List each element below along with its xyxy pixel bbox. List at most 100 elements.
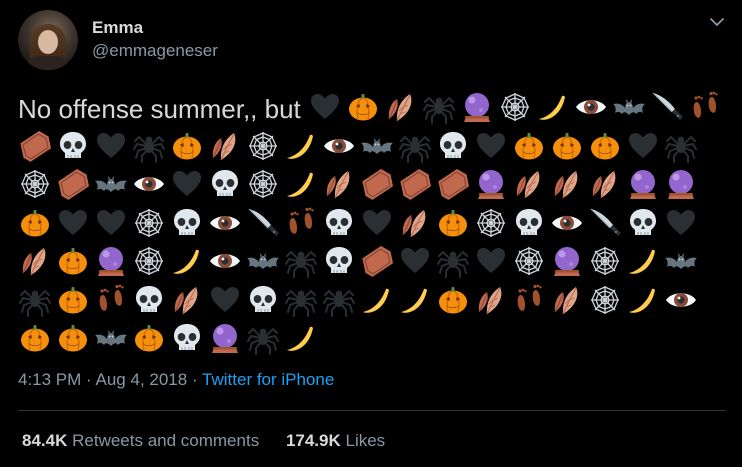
footprints-icon: [688, 90, 724, 124]
retweets-label: Retweets and comments: [72, 431, 260, 450]
bat-icon: [94, 167, 130, 201]
leaves-icon: [550, 283, 586, 317]
moon-icon: [360, 283, 396, 317]
crystal-ball-icon: [460, 90, 496, 124]
pumpkin-icon: [18, 321, 54, 355]
heart-icon: [208, 283, 244, 317]
tweet-time[interactable]: 4:13 PM: [18, 370, 81, 389]
crystal-ball-icon: [474, 167, 510, 201]
eye-icon: [574, 90, 610, 124]
likes-count: 174.9K: [285, 431, 341, 450]
spider-icon: [132, 129, 168, 163]
heart-icon: [94, 129, 130, 163]
spider-icon: [422, 90, 458, 124]
skull-icon: [56, 129, 92, 163]
pumpkin-icon: [170, 129, 206, 163]
coffin-icon: [360, 244, 396, 278]
avatar-face: [38, 30, 58, 54]
emoji-sequence: [18, 91, 726, 355]
crystal-ball-icon: [626, 167, 662, 201]
leaves-icon: [398, 206, 434, 240]
web-icon: [132, 244, 168, 278]
heart-icon: [170, 167, 206, 201]
moon-icon: [284, 321, 320, 355]
leaves-icon: [322, 167, 358, 201]
coffin-icon: [436, 167, 472, 201]
moon-icon: [170, 244, 206, 278]
bat-icon: [664, 244, 700, 278]
pumpkin-icon: [436, 206, 472, 240]
footprints-icon: [94, 283, 130, 317]
heart-icon: [398, 244, 434, 278]
crystal-ball-icon: [94, 244, 130, 278]
likes-stat[interactable]: 174.9K Likes: [286, 431, 385, 450]
eye-icon: [550, 206, 586, 240]
heart-icon: [56, 206, 92, 240]
moon-icon: [626, 283, 662, 317]
leaves-icon: [18, 244, 54, 278]
footprints-icon: [284, 206, 320, 240]
chevron-down-icon[interactable]: [708, 15, 726, 29]
heart-icon: [474, 129, 510, 163]
pumpkin-icon: [512, 129, 548, 163]
spider-icon: [398, 129, 434, 163]
skull-icon: [208, 167, 244, 201]
meta-separator: ·: [86, 370, 92, 389]
avatar-shirt: [26, 56, 70, 70]
spider-icon: [18, 283, 54, 317]
skull-icon: [170, 206, 206, 240]
skull-icon: [170, 321, 206, 355]
moon-icon: [626, 244, 662, 278]
skull-icon: [626, 206, 662, 240]
pumpkin-icon: [56, 283, 92, 317]
tweet-source-link[interactable]: Twitter for iPhone: [202, 370, 334, 389]
leaves-icon: [588, 167, 624, 201]
author-name[interactable]: Emma: [92, 18, 143, 38]
spider-icon: [322, 283, 358, 317]
skull-icon: [322, 244, 358, 278]
retweets-count: 84.4K: [22, 431, 68, 450]
skull-icon: [322, 206, 358, 240]
web-icon: [246, 129, 282, 163]
tweet-date[interactable]: Aug 4, 2018: [96, 370, 188, 389]
pumpkin-icon: [18, 206, 54, 240]
retweets-stat[interactable]: 84.4K Retweets and comments: [22, 431, 264, 450]
coffin-icon: [360, 167, 396, 201]
skull-icon: [246, 283, 282, 317]
web-icon: [512, 244, 548, 278]
web-icon: [498, 90, 534, 124]
leaves-icon: [384, 90, 420, 124]
tweet-card: Emma @emmageneser No offense summer,, bu…: [0, 0, 742, 467]
leaves-icon: [550, 167, 586, 201]
tweet-meta: 4:13 PM · Aug 4, 2018 · Twitter for iPho…: [18, 370, 334, 390]
avatar[interactable]: [18, 10, 78, 70]
tweet-stats: 84.4K Retweets and comments 174.9K Likes: [22, 431, 407, 451]
eye-icon: [664, 283, 700, 317]
eye-icon: [322, 129, 358, 163]
leaves-icon: [170, 283, 206, 317]
spider-icon: [246, 321, 282, 355]
spider-icon: [436, 244, 472, 278]
coffin-icon: [18, 129, 54, 163]
heart-icon: [664, 206, 700, 240]
moon-icon: [284, 167, 320, 201]
web-icon: [246, 167, 282, 201]
heart-icon: [308, 90, 344, 124]
pumpkin-icon: [346, 90, 382, 124]
leaves-icon: [474, 283, 510, 317]
knife-icon: [588, 206, 624, 240]
footprints-icon: [512, 283, 548, 317]
coffin-icon: [398, 167, 434, 201]
web-icon: [588, 244, 624, 278]
eye-icon: [208, 206, 244, 240]
bat-icon: [94, 321, 130, 355]
eye-icon: [132, 167, 168, 201]
tweet-text-body: No offense summer,, but: [18, 94, 301, 124]
crystal-ball-icon: [550, 244, 586, 278]
crystal-ball-icon: [208, 321, 244, 355]
spider-icon: [664, 129, 700, 163]
leaves-icon: [512, 167, 548, 201]
author-handle[interactable]: @emmageneser: [92, 41, 218, 61]
pumpkin-icon: [56, 244, 92, 278]
meta-separator: ·: [191, 370, 198, 389]
